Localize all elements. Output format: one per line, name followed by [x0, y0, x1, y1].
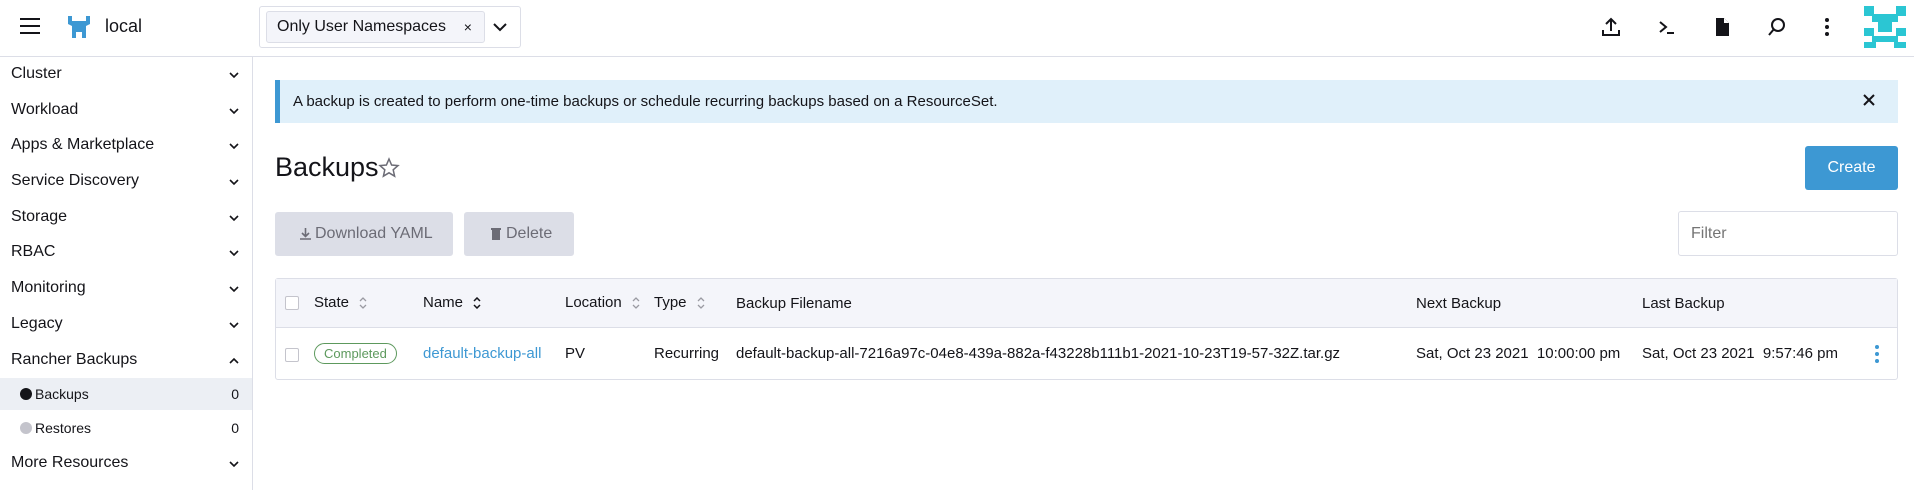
sidebar-group-workload[interactable]: Workload [0, 93, 252, 129]
create-button[interactable]: Create [1805, 146, 1898, 190]
table-header: State Name Location Type Backup Filename… [276, 279, 1897, 328]
filter-input[interactable] [1678, 211, 1898, 256]
sidebar: Cluster Workload Apps & Marketplace Serv… [0, 57, 253, 490]
namespace-chip-label: Only User Namespaces [277, 18, 446, 35]
column-header-type[interactable]: Type [654, 294, 705, 311]
delete-label: Delete [506, 225, 553, 242]
chevron-down-icon [229, 179, 239, 186]
sidebar-item-backups[interactable]: Backups 0 [0, 378, 252, 410]
column-header-label: Type [654, 294, 687, 311]
download-icon [300, 228, 311, 240]
sidebar-group-label: Service Discovery [11, 172, 140, 189]
chevron-down-icon [229, 108, 239, 115]
sidebar-group-more-resources[interactable]: More Resources [0, 446, 252, 482]
chevron-down-icon [229, 72, 239, 79]
sidebar-group-label: RBAC [11, 243, 56, 260]
sidebar-group-monitoring[interactable]: Monitoring [0, 271, 252, 307]
sort-icon [697, 297, 705, 309]
chevron-up-icon [229, 357, 239, 364]
chevron-down-icon[interactable] [492, 19, 508, 35]
sidebar-group-label: Workload [11, 101, 79, 118]
sidebar-group-label: Legacy [11, 315, 63, 332]
banner-text: A backup is created to perform one-time … [293, 93, 998, 110]
chevron-down-icon [229, 215, 239, 222]
column-header-label: State [314, 294, 350, 311]
trash-icon [491, 228, 501, 240]
sidebar-group-label: Rancher Backups [11, 351, 138, 368]
status-badge: Completed [314, 343, 397, 364]
menu-icon[interactable] [20, 18, 40, 34]
sort-icon [359, 297, 367, 309]
sidebar-group-label: More Resources [11, 454, 129, 471]
download-yaml-button[interactable]: Download YAML [275, 212, 453, 256]
sidebar-group-label: Cluster [11, 65, 62, 82]
sidebar-group-rancher-backups[interactable]: Rancher Backups [0, 343, 252, 379]
restore-status-icon [20, 422, 32, 434]
sidebar-group-legacy[interactable]: Legacy [0, 307, 252, 343]
upload-icon[interactable] [1600, 16, 1622, 38]
close-icon[interactable] [1860, 91, 1878, 109]
file-icon[interactable] [1711, 16, 1733, 38]
avatar[interactable] [1864, 6, 1906, 48]
backups-table: State Name Location Type Backup Filename… [275, 278, 1898, 380]
namespace-select[interactable]: Only User Namespaces × [259, 6, 521, 48]
sort-active-icon [473, 297, 481, 310]
chevron-down-icon [229, 286, 239, 293]
sidebar-group-label: Apps & Marketplace [11, 136, 155, 153]
rancher-logo-icon[interactable] [64, 14, 94, 40]
row-actions-icon[interactable] [1872, 343, 1882, 365]
sidebar-group-cluster[interactable]: Cluster [0, 57, 252, 93]
sidebar-group-rbac[interactable]: RBAC [0, 235, 252, 271]
cluster-name[interactable]: local [105, 16, 142, 37]
chevron-down-icon [229, 322, 239, 329]
sidebar-group-label: Storage [11, 208, 68, 225]
sidebar-item-count: 0 [231, 420, 239, 436]
star-icon[interactable] [378, 157, 400, 179]
chevron-down-icon [229, 143, 239, 150]
next-backup-time: Sat, Oct 23 2021 10:00:00 pm [1416, 345, 1621, 362]
backup-location: PV [565, 345, 586, 362]
column-header-last-backup: Last Backup [1642, 295, 1725, 312]
info-banner: A backup is created to perform one-time … [275, 80, 1898, 123]
column-header-name[interactable]: Name [423, 294, 481, 311]
last-backup-time: Sat, Oct 23 2021 9:57:46 pm [1642, 345, 1838, 362]
backup-name-link[interactable]: default-backup-all [423, 345, 541, 362]
sidebar-item-count: 0 [231, 386, 239, 402]
namespace-chip: Only User Namespaces × [266, 11, 485, 43]
sidebar-group-service-discovery[interactable]: Service Discovery [0, 164, 252, 200]
page-title: Backups [275, 152, 379, 182]
backup-type: Recurring [654, 345, 720, 362]
search-icon[interactable] [1766, 16, 1788, 38]
delete-button[interactable]: Delete [464, 212, 574, 256]
download-yaml-label: Download YAML [315, 225, 433, 242]
select-all-checkbox[interactable] [285, 296, 299, 310]
column-header-next-backup: Next Backup [1416, 295, 1502, 312]
column-header-location[interactable]: Location [565, 294, 640, 311]
top-bar: local Only User Namespaces × [0, 0, 1914, 57]
sidebar-item-label: Backups [35, 386, 89, 402]
row-checkbox[interactable] [285, 348, 299, 362]
sidebar-group-label: Monitoring [11, 279, 86, 296]
column-header-filename: Backup Filename [736, 295, 852, 312]
sidebar-group-apps[interactable]: Apps & Marketplace [0, 128, 252, 164]
column-header-state[interactable]: State [314, 294, 367, 311]
chevron-down-icon [229, 250, 239, 257]
sidebar-item-label: Restores [35, 420, 92, 436]
column-header-label: Name [423, 294, 464, 311]
sort-icon [632, 297, 640, 309]
backup-filename: default-backup-all-7216a97c-04e8-439a-88… [736, 345, 1341, 362]
column-header-label: Location [565, 294, 622, 311]
sidebar-item-restores[interactable]: Restores 0 [0, 412, 252, 444]
sidebar-group-storage[interactable]: Storage [0, 200, 252, 236]
namespace-remove-icon[interactable]: × [464, 12, 472, 42]
backup-status-icon [20, 388, 32, 400]
more-vertical-icon[interactable] [1816, 16, 1838, 38]
terminal-icon[interactable] [1656, 16, 1678, 38]
chevron-down-icon [229, 461, 239, 468]
